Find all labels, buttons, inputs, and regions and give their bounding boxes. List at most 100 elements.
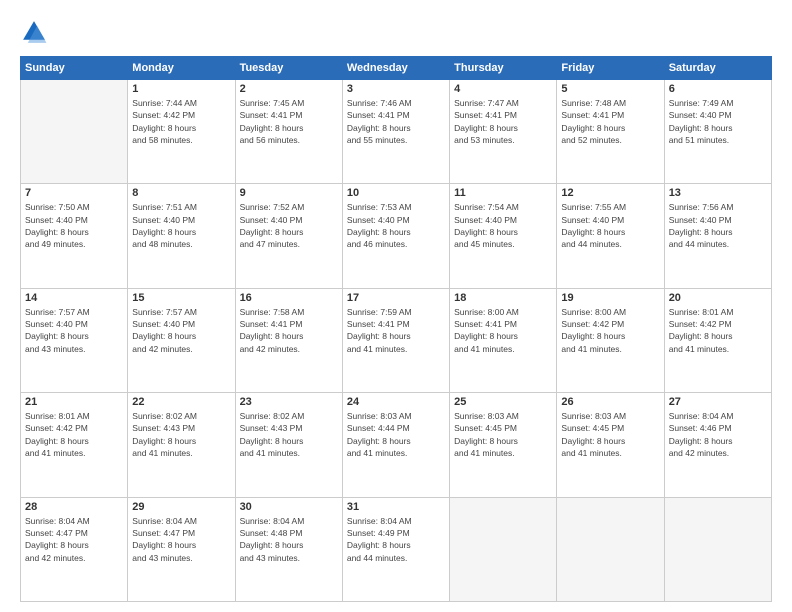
day-number: 9: [240, 187, 338, 199]
calendar-table: SundayMondayTuesdayWednesdayThursdayFrid…: [20, 56, 772, 602]
day-info: Sunrise: 8:04 AMSunset: 4:47 PMDaylight:…: [25, 515, 123, 564]
day-info: Sunrise: 7:56 AMSunset: 4:40 PMDaylight:…: [669, 201, 767, 250]
day-number: 1: [132, 83, 230, 95]
calendar-cell: [21, 80, 128, 184]
calendar-week-3: 14 Sunrise: 7:57 AMSunset: 4:40 PMDayligh…: [21, 288, 772, 392]
calendar-cell: 17 Sunrise: 7:59 AMSunset: 4:41 PMDayligh…: [342, 288, 449, 392]
day-number: 13: [669, 187, 767, 199]
day-info: Sunrise: 7:44 AMSunset: 4:42 PMDaylight:…: [132, 97, 230, 146]
logo-icon: [20, 18, 48, 46]
day-header-thursday: Thursday: [450, 57, 557, 80]
day-number: 18: [454, 292, 552, 304]
calendar-cell: 18 Sunrise: 8:00 AMSunset: 4:41 PMDayligh…: [450, 288, 557, 392]
calendar-cell: 26 Sunrise: 8:03 AMSunset: 4:45 PMDayligh…: [557, 393, 664, 497]
day-number: 10: [347, 187, 445, 199]
day-header-sunday: Sunday: [21, 57, 128, 80]
calendar-cell: 14 Sunrise: 7:57 AMSunset: 4:40 PMDayligh…: [21, 288, 128, 392]
day-info: Sunrise: 8:04 AMSunset: 4:47 PMDaylight:…: [132, 515, 230, 564]
logo: [20, 18, 52, 46]
day-number: 12: [561, 187, 659, 199]
day-info: Sunrise: 7:57 AMSunset: 4:40 PMDaylight:…: [25, 306, 123, 355]
day-number: 21: [25, 396, 123, 408]
calendar-week-2: 7Sunrise: 7:50 AMSunset: 4:40 PMDaylight…: [21, 184, 772, 288]
calendar-week-4: 21 Sunrise: 8:01 AMSunset: 4:42 PMDayligh…: [21, 393, 772, 497]
calendar-cell: 1 Sunrise: 7:44 AMSunset: 4:42 PMDaylight…: [128, 80, 235, 184]
day-info: Sunrise: 7:55 AMSunset: 4:40 PMDaylight:…: [561, 201, 659, 250]
day-number: 14: [25, 292, 123, 304]
day-info: Sunrise: 8:02 AMSunset: 4:43 PMDaylight:…: [240, 410, 338, 459]
calendar-cell: 10 Sunrise: 7:53 AMSunset: 4:40 PMDayligh…: [342, 184, 449, 288]
day-number: 16: [240, 292, 338, 304]
day-info: Sunrise: 8:02 AMSunset: 4:43 PMDaylight:…: [132, 410, 230, 459]
day-number: 26: [561, 396, 659, 408]
day-info: Sunrise: 8:03 AMSunset: 4:45 PMDaylight:…: [561, 410, 659, 459]
calendar-week-1: 1 Sunrise: 7:44 AMSunset: 4:42 PMDaylight…: [21, 80, 772, 184]
day-number: 7: [25, 187, 123, 199]
day-info: Sunrise: 7:45 AMSunset: 4:41 PMDaylight:…: [240, 97, 338, 146]
day-info: Sunrise: 8:01 AMSunset: 4:42 PMDaylight:…: [25, 410, 123, 459]
calendar-week-5: 28 Sunrise: 8:04 AMSunset: 4:47 PMDayligh…: [21, 497, 772, 601]
day-info: Sunrise: 8:03 AMSunset: 4:44 PMDaylight:…: [347, 410, 445, 459]
day-info: Sunrise: 7:48 AMSunset: 4:41 PMDaylight:…: [561, 97, 659, 146]
day-info: Sunrise: 7:59 AMSunset: 4:41 PMDaylight:…: [347, 306, 445, 355]
day-info: Sunrise: 8:00 AMSunset: 4:41 PMDaylight:…: [454, 306, 552, 355]
day-info: Sunrise: 8:03 AMSunset: 4:45 PMDaylight:…: [454, 410, 552, 459]
day-number: 30: [240, 501, 338, 513]
day-header-saturday: Saturday: [664, 57, 771, 80]
day-number: 22: [132, 396, 230, 408]
calendar-cell: 16 Sunrise: 7:58 AMSunset: 4:41 PMDayligh…: [235, 288, 342, 392]
day-info: Sunrise: 7:58 AMSunset: 4:41 PMDaylight:…: [240, 306, 338, 355]
day-number: 20: [669, 292, 767, 304]
day-info: Sunrise: 8:04 AMSunset: 4:46 PMDaylight:…: [669, 410, 767, 459]
day-number: 8: [132, 187, 230, 199]
calendar-header-row: SundayMondayTuesdayWednesdayThursdayFrid…: [21, 57, 772, 80]
day-info: Sunrise: 7:57 AMSunset: 4:40 PMDaylight:…: [132, 306, 230, 355]
day-info: Sunrise: 8:01 AMSunset: 4:42 PMDaylight:…: [669, 306, 767, 355]
calendar-cell: 31 Sunrise: 8:04 AMSunset: 4:49 PMDayligh…: [342, 497, 449, 601]
calendar-cell: 28 Sunrise: 8:04 AMSunset: 4:47 PMDayligh…: [21, 497, 128, 601]
calendar-cell: 23 Sunrise: 8:02 AMSunset: 4:43 PMDayligh…: [235, 393, 342, 497]
day-info: Sunrise: 7:51 AMSunset: 4:40 PMDaylight:…: [132, 201, 230, 250]
day-number: 27: [669, 396, 767, 408]
day-info: Sunrise: 7:49 AMSunset: 4:40 PMDaylight:…: [669, 97, 767, 146]
day-number: 23: [240, 396, 338, 408]
day-info: Sunrise: 7:54 AMSunset: 4:40 PMDaylight:…: [454, 201, 552, 250]
calendar-cell: 3Sunrise: 7:46 AMSunset: 4:41 PMDaylight…: [342, 80, 449, 184]
calendar-cell: [450, 497, 557, 601]
day-number: 31: [347, 501, 445, 513]
calendar-cell: 30 Sunrise: 8:04 AMSunset: 4:48 PMDayligh…: [235, 497, 342, 601]
day-info: Sunrise: 8:04 AMSunset: 4:49 PMDaylight:…: [347, 515, 445, 564]
day-info: Sunrise: 8:00 AMSunset: 4:42 PMDaylight:…: [561, 306, 659, 355]
day-number: 5: [561, 83, 659, 95]
day-number: 6: [669, 83, 767, 95]
day-info: Sunrise: 8:04 AMSunset: 4:48 PMDaylight:…: [240, 515, 338, 564]
calendar-cell: 4 Sunrise: 7:47 AMSunset: 4:41 PMDaylight…: [450, 80, 557, 184]
day-info: Sunrise: 7:53 AMSunset: 4:40 PMDaylight:…: [347, 201, 445, 250]
day-header-friday: Friday: [557, 57, 664, 80]
day-info: Sunrise: 7:47 AMSunset: 4:41 PMDaylight:…: [454, 97, 552, 146]
calendar-cell: 15 Sunrise: 7:57 AMSunset: 4:40 PMDayligh…: [128, 288, 235, 392]
calendar-cell: 6 Sunrise: 7:49 AMSunset: 4:40 PMDaylight…: [664, 80, 771, 184]
day-number: 24: [347, 396, 445, 408]
day-number: 15: [132, 292, 230, 304]
day-number: 28: [25, 501, 123, 513]
calendar-cell: 5 Sunrise: 7:48 AMSunset: 4:41 PMDaylight…: [557, 80, 664, 184]
day-header-monday: Monday: [128, 57, 235, 80]
day-number: 29: [132, 501, 230, 513]
calendar-cell: 9 Sunrise: 7:52 AMSunset: 4:40 PMDaylight…: [235, 184, 342, 288]
header: [20, 18, 772, 46]
day-number: 19: [561, 292, 659, 304]
calendar-cell: 12 Sunrise: 7:55 AMSunset: 4:40 PMDayligh…: [557, 184, 664, 288]
day-number: 17: [347, 292, 445, 304]
page: SundayMondayTuesdayWednesdayThursdayFrid…: [0, 0, 792, 612]
day-number: 25: [454, 396, 552, 408]
calendar-cell: 22 Sunrise: 8:02 AMSunset: 4:43 PMDayligh…: [128, 393, 235, 497]
calendar-cell: 2 Sunrise: 7:45 AMSunset: 4:41 PMDaylight…: [235, 80, 342, 184]
calendar-cell: 8 Sunrise: 7:51 AMSunset: 4:40 PMDaylight…: [128, 184, 235, 288]
calendar-cell: [557, 497, 664, 601]
calendar-cell: 7Sunrise: 7:50 AMSunset: 4:40 PMDaylight…: [21, 184, 128, 288]
day-number: 4: [454, 83, 552, 95]
calendar-cell: 21 Sunrise: 8:01 AMSunset: 4:42 PMDayligh…: [21, 393, 128, 497]
day-number: 2: [240, 83, 338, 95]
day-info: Sunrise: 7:52 AMSunset: 4:40 PMDaylight:…: [240, 201, 338, 250]
